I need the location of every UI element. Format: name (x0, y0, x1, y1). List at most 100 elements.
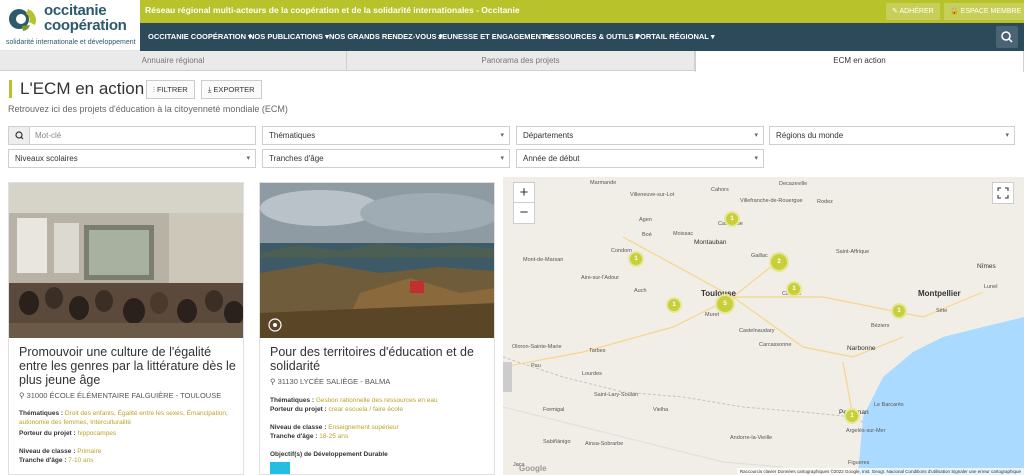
map-label: Saint-Affrique (836, 249, 870, 255)
project-tranche: Tranche d'âge : 18-25 ans (270, 433, 349, 440)
map-label: Carcassonne (759, 342, 792, 348)
map-label: Nîmes (977, 263, 996, 270)
search-icon (9, 127, 30, 144)
map-label: Montpellier (918, 289, 961, 298)
keyword-search-input[interactable]: Mot-clé (8, 126, 256, 145)
project-card[interactable]: Pour des territoires d'éducation et de s… (259, 182, 495, 475)
project-thematiques: Thématiques : Droit des enfants, Égalité… (19, 410, 228, 426)
page-title: L'ECM en action (20, 79, 145, 98)
espace-membre-label: ESPACE MEMBRE (960, 8, 1022, 15)
map-label: Moissac (673, 231, 694, 237)
projects-map[interactable]: + − Marmande Villeneuve-sur-Lot Cahors D… (503, 177, 1024, 475)
main-nav: OCCITANIE COOPÉRATION ▾ NOS PUBLICATIONS… (140, 23, 1024, 51)
map-cluster-marker[interactable]: 1 (666, 297, 682, 313)
project-card[interactable]: Promouvoir une culture de l'égalité entr… (8, 182, 244, 475)
page-subtitle: Retrouvez ici des projets d'éducation à … (8, 104, 288, 114)
thematiques-select[interactable]: Thématiques ▾ (262, 126, 510, 145)
map-cluster-marker[interactable]: 1 (724, 211, 740, 227)
project-tranche: Tranche d'âge : 7-10 ans (19, 457, 94, 464)
map-label: Ainsa-Sobrarbe (585, 441, 624, 447)
map-label: Auch (634, 288, 647, 294)
tab-annuaire-regional[interactable]: Annuaire régional (0, 51, 347, 71)
project-porteur: Porteur du projet : crear escuela / fair… (270, 406, 403, 413)
sdg-badge-icon (270, 462, 290, 474)
project-title[interactable]: Pour des territoires d'éducation et de s… (270, 345, 488, 373)
map-label: Aire-sur-l'Adour (581, 275, 620, 281)
adherer-button[interactable]: ✎ ADHÉRER (886, 3, 940, 20)
network-tagline: Réseau régional multi-acteurs de la coop… (145, 5, 520, 15)
nav-grands-rendez-vous[interactable]: NOS GRANDS RENDEZ-VOUS ▾ (329, 32, 442, 41)
map-label: Condom (611, 248, 632, 254)
google-logo: Google (519, 464, 547, 473)
map-label: Lunel (984, 284, 998, 290)
title-accent (9, 80, 12, 98)
map-cluster-marker[interactable]: 1 (891, 303, 907, 319)
lock-icon: 🔒 (950, 8, 961, 15)
map-pin-icon: ⚲ (270, 377, 278, 386)
view-tabs: Annuaire régional Panorama des projets E… (0, 51, 1024, 72)
map-label: Le Barcarès (874, 402, 904, 408)
map-label: Figueres (848, 460, 870, 466)
site-logo[interactable]: occitanie coopération solidarité interna… (0, 0, 140, 51)
zoom-in-button[interactable]: + (513, 182, 535, 204)
regions-du-monde-select[interactable]: Régions du monde ▾ (769, 126, 1015, 145)
nav-ressources-outils[interactable]: RESSOURCES & OUTILS ▾ (544, 32, 639, 41)
map-label: Montauban (694, 239, 727, 246)
fullscreen-icon (997, 187, 1009, 199)
project-porteur: Porteur du projet : hippocampes (19, 430, 117, 437)
map-label: Sète (936, 308, 948, 314)
map-cluster-marker[interactable]: 1 (844, 408, 860, 424)
nav-nos-publications[interactable]: NOS PUBLICATIONS ▾ (249, 32, 329, 41)
top-bar: Réseau régional multi-acteurs de la coop… (140, 0, 1024, 23)
map-cluster-marker[interactable]: 5 (715, 294, 735, 314)
filter-label: FILTRER (156, 85, 188, 94)
map-label: Agen (639, 217, 652, 223)
nav-occitanie-cooperation[interactable]: OCCITANIE COOPÉRATION ▾ (148, 32, 252, 41)
map-label: Muret (705, 312, 720, 318)
export-button[interactable]: ⤓ EXPORTER (201, 80, 262, 99)
nav-search-button[interactable] (996, 26, 1018, 48)
map-credits[interactable]: Raccourcis clavier Données cartographiqu… (736, 468, 1024, 475)
map-label: Gaillac (751, 253, 768, 259)
map-label: Boé (642, 232, 652, 238)
export-label: EXPORTER (213, 85, 255, 94)
caret-down-icon: ▾ (754, 155, 758, 162)
nav-portail-regional[interactable]: PORTAIL RÉGIONAL ▾ (635, 32, 715, 41)
map-label: Oloron-Sainte-Marie (512, 344, 562, 350)
map-label: Vielha (653, 407, 669, 413)
map-cluster-marker[interactable]: 1 (628, 251, 644, 267)
site-header: occitanie coopération solidarité interna… (0, 0, 1024, 51)
espace-membre-button[interactable]: 🔒 ESPACE MEMBRE (944, 3, 1024, 20)
niveaux-scolaires-select[interactable]: Niveaux scolaires ▾ (8, 149, 256, 168)
caret-down-icon: ▾ (500, 132, 504, 139)
annee-debut-select[interactable]: Année de début ▾ (516, 149, 764, 168)
nav-jeunesse-engagement[interactable]: JEUNESSE ET ENGAGEMENT ▾ (438, 32, 551, 41)
caret-down-icon: ▾ (1005, 132, 1009, 139)
map-label: Béziers (871, 323, 890, 329)
tab-ecm-en-action[interactable]: ECM en action (695, 51, 1024, 72)
project-niveau: Niveau de classe : Primaire (19, 448, 102, 455)
project-title[interactable]: Promouvoir une culture de l'égalité entr… (19, 345, 237, 387)
map-cluster-marker[interactable]: 1 (786, 281, 802, 297)
adherer-label: ADHÉRER (899, 8, 934, 15)
map-cluster-marker[interactable]: 2 (769, 252, 789, 272)
map-label: Mont-de-Marsan (523, 257, 564, 263)
project-photo-classroom (9, 183, 243, 338)
departements-select[interactable]: Départements ▾ (516, 126, 764, 145)
map-label: Marmande (590, 180, 617, 186)
project-thematiques: Thématiques : Gestion rationnelle des re… (270, 397, 438, 404)
tab-panorama-projets[interactable]: Panorama des projets (347, 51, 695, 71)
tranches-age-select[interactable]: Tranches d'âge ▾ (262, 149, 510, 168)
fullscreen-button[interactable] (992, 182, 1014, 204)
map-label: Formigal (543, 407, 565, 413)
map-label: Tarbes (589, 348, 606, 354)
zoom-out-button[interactable]: − (513, 202, 535, 224)
map-label: Cahors (711, 187, 729, 193)
filter-button[interactable]: ⫶ FILTRER (146, 80, 195, 99)
map-pin-icon: ⚲ (19, 391, 27, 400)
map-label: Villefranche-de-Rouergue (740, 198, 803, 204)
map-label: Saint-Lary-Soulan (594, 392, 639, 398)
caret-down-icon: ▾ (500, 155, 504, 162)
project-niveau: Niveau de classe : Enseignement supérieu… (270, 424, 399, 431)
caret-down-icon: ▾ (246, 155, 250, 162)
